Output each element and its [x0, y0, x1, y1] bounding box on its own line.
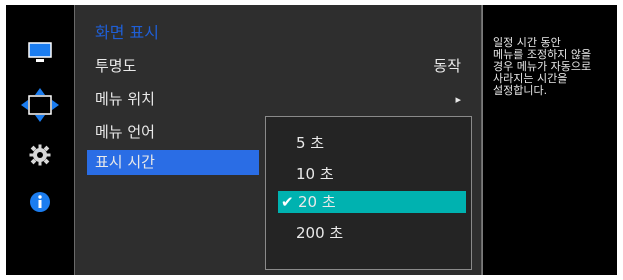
- display-icon[interactable]: [28, 41, 52, 65]
- move-arrows-icon[interactable]: [20, 87, 60, 123]
- menu-title: 화면 표시: [95, 23, 159, 42]
- display-time-submenu: 5 초 10 초 ✔ 20 초 200 초: [265, 116, 472, 270]
- menu-item-menu-language[interactable]: 메뉴 언어: [87, 120, 259, 145]
- info-icon[interactable]: [28, 190, 52, 214]
- menu-item-transparency[interactable]: 투명도 동작: [87, 54, 467, 79]
- option-label: 5 초: [296, 134, 325, 152]
- help-text: 일정 시간 동안 메뉴를 조정하지 않을 경우 메뉴가 자동으로 사라지는 시간…: [493, 37, 592, 97]
- submenu-arrow-icon: ▸: [455, 93, 461, 106]
- option-200s[interactable]: 200 초: [280, 222, 466, 244]
- option-10s[interactable]: 10 초: [280, 163, 466, 185]
- menu-item-label: 표시 시간: [95, 153, 155, 171]
- check-icon: ✔: [281, 193, 294, 211]
- option-20s[interactable]: ✔ 20 초: [278, 191, 466, 213]
- category-sidebar: [6, 5, 74, 275]
- option-5s[interactable]: 5 초: [280, 132, 466, 154]
- menu-item-label: 메뉴 언어: [95, 123, 155, 141]
- menu-item-label: 메뉴 위치: [95, 90, 155, 108]
- option-label: 200 초: [296, 224, 344, 242]
- option-label: 10 초: [296, 165, 334, 183]
- menu-item-label: 투명도: [95, 57, 137, 75]
- option-label: 20 초: [298, 193, 336, 211]
- menu-item-menu-position[interactable]: 메뉴 위치 ▸: [87, 87, 467, 112]
- menu-item-display-time[interactable]: 표시 시간: [87, 150, 259, 175]
- help-panel: 일정 시간 동안 메뉴를 조정하지 않을 경우 메뉴가 자동으로 사라지는 시간…: [482, 5, 617, 275]
- menu-item-value: 동작: [433, 57, 461, 75]
- gear-icon[interactable]: [28, 143, 52, 167]
